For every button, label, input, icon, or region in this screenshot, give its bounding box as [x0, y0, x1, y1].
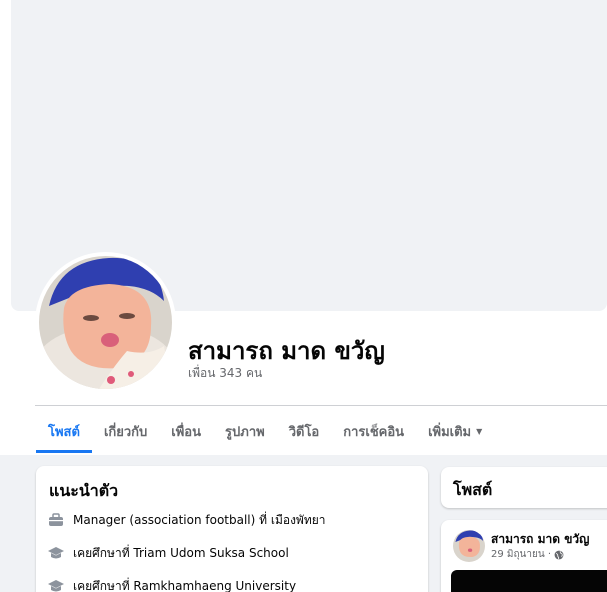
tab-label: โพสต์	[48, 425, 80, 440]
intro-item-text: เคยศึกษาที่ Ramkhamhaeng University	[73, 578, 297, 592]
header-divider	[35, 405, 607, 406]
intro-title: แนะนำตัว	[49, 481, 119, 500]
posts-header-card: โพสต์	[441, 467, 607, 508]
intro-item-work: Manager (association football) ที่ เมือง…	[48, 510, 326, 530]
intro-item-text: Manager (association football) ที่ เมือง…	[73, 512, 326, 527]
tab-label: เกี่ยวกับ	[103, 425, 148, 440]
tab-videos[interactable]: วิดีโอ	[277, 410, 332, 453]
posts-title: โพสต์	[453, 480, 493, 499]
tab-more[interactable]: เพิ่มเติม ▼	[416, 410, 494, 453]
tab-about[interactable]: เกี่ยวกับ	[92, 410, 159, 453]
tab-photos[interactable]: รูปภาพ	[213, 410, 277, 453]
intro-card: แนะนำตัว Manager (association football) …	[36, 466, 428, 592]
post-media[interactable]	[451, 570, 607, 592]
friends-count[interactable]: เพื่อน 343 คน	[188, 364, 262, 383]
tab-label: เพื่อน	[171, 425, 202, 440]
globe-icon	[554, 550, 564, 559]
graduation-cap-icon	[48, 580, 64, 592]
profile-avatar[interactable]	[39, 256, 172, 389]
tab-checkins[interactable]: การเช็คอิน	[331, 410, 416, 453]
intro-item-text: เคยศึกษาที่ Triam Udom Suksa School	[73, 545, 289, 560]
post-date[interactable]: 29 มิถุนายน ·	[491, 547, 551, 562]
caret-down-icon: ▼	[476, 427, 483, 436]
baby-photo-icon	[453, 530, 485, 562]
post-author-avatar[interactable]	[453, 530, 485, 562]
baby-photo-icon	[39, 256, 172, 389]
post-card: สามารถ มาด ขวัญ 29 มิถุนายน ·	[441, 520, 607, 592]
tab-friends[interactable]: เพื่อน	[159, 410, 213, 453]
graduation-cap-icon	[48, 547, 64, 559]
tab-posts[interactable]: โพสต์	[36, 410, 92, 453]
tab-label: การเช็คอิน	[343, 425, 405, 440]
intro-item-education: เคยศึกษาที่ Ramkhamhaeng University	[48, 576, 296, 592]
tab-label: เพิ่มเติม	[428, 425, 472, 440]
intro-item-education: เคยศึกษาที่ Triam Udom Suksa School	[48, 543, 289, 563]
profile-tabs: โพสต์ เกี่ยวกับ เพื่อน รูปภาพ วิดีโอ การ…	[36, 410, 494, 454]
tab-label: วิดีโอ	[288, 425, 320, 440]
post-meta: 29 มิถุนายน ·	[491, 547, 564, 562]
briefcase-icon	[49, 513, 63, 526]
tab-label: รูปภาพ	[225, 425, 265, 440]
